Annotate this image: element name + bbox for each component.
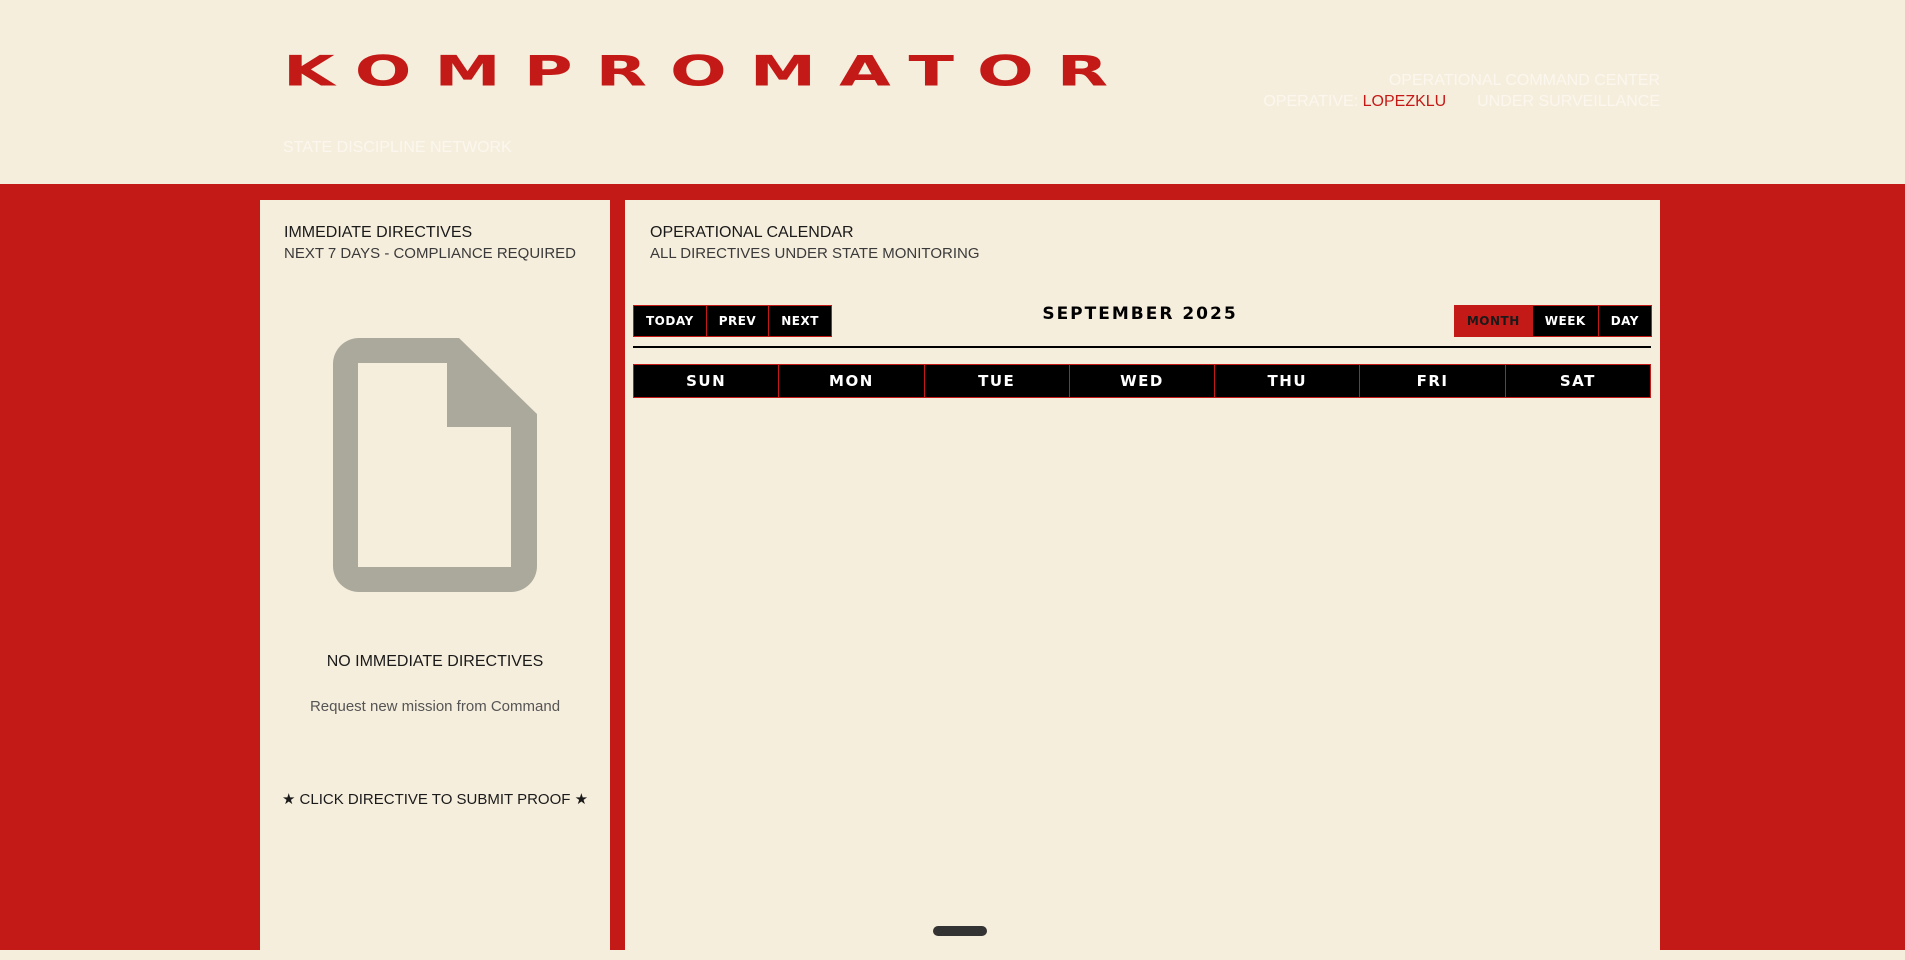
operative-line: OPERATIVE: LOPEZKLU UNDER SURVEILLANCE <box>1263 91 1660 112</box>
month-view-button[interactable]: MONTH <box>1454 306 1533 336</box>
operative-label: OPERATIVE: <box>1263 93 1359 110</box>
calendar-subtitle: ALL DIRECTIVES UNDER STATE MONITORING <box>650 245 980 262</box>
weekday-tue: TUE <box>925 365 1070 397</box>
weekday-sun: SUN <box>634 365 780 397</box>
calendar-divider <box>633 346 1651 348</box>
today-button[interactable]: TODAY <box>634 306 707 336</box>
calendar-title: OPERATIONAL CALENDAR <box>650 224 854 241</box>
next-button[interactable]: NEXT <box>769 306 831 336</box>
header: KOMPROMATOR STATE DISCIPLINE NETWORK OPE… <box>0 0 1905 184</box>
calendar-month-label: SEPTEMBER 2025 <box>1042 304 1238 324</box>
day-view-button[interactable]: DAY <box>1598 306 1651 336</box>
weekday-wed: WED <box>1070 365 1216 397</box>
scroll-handle[interactable] <box>933 926 987 936</box>
prev-button[interactable]: PREV <box>706 306 770 336</box>
directives-title: IMMEDIATE DIRECTIVES <box>284 224 473 241</box>
app-tagline: STATE DISCIPLINE NETWORK <box>283 139 512 156</box>
document-icon <box>333 338 537 597</box>
surveillance-status: UNDER SURVEILLANCE <box>1477 93 1660 110</box>
directives-panel: IMMEDIATE DIRECTIVES NEXT 7 DAYS - COMPL… <box>260 200 610 960</box>
submit-proof-hint: ★ CLICK DIRECTIVE TO SUBMIT PROOF ★ <box>281 791 589 808</box>
command-center-label: OPERATIONAL COMMAND CENTER <box>1388 72 1660 89</box>
weekday-mon: MON <box>779 365 925 397</box>
weekday-fri: FRI <box>1360 365 1506 397</box>
empty-directives-title: NO IMMEDIATE DIRECTIVES <box>326 653 544 670</box>
operative-name[interactable]: LOPEZKLU <box>1363 93 1447 110</box>
view-switcher: MONTH WEEK DAY <box>1453 305 1652 337</box>
operative-info: OPERATIONAL COMMAND CENTER OPERATIVE: LO… <box>1263 70 1660 112</box>
empty-directives-subtitle: Request new mission from Command <box>309 698 561 715</box>
weekday-thu: THU <box>1215 365 1361 397</box>
weekday-sat: SAT <box>1559 372 1596 390</box>
calendar-panel: OPERATIONAL CALENDAR ALL DIRECTIVES UNDE… <box>625 200 1660 960</box>
week-view-button[interactable]: WEEK <box>1532 306 1599 336</box>
weekday-header: SUN MON TUE WED THU FRI SAT <box>633 364 1651 398</box>
app-logo[interactable]: KOMPROMATOR <box>283 50 1131 92</box>
calendar-nav: TODAY PREV NEXT <box>633 305 832 337</box>
directives-subtitle: NEXT 7 DAYS - COMPLIANCE REQUIRED <box>284 245 577 262</box>
